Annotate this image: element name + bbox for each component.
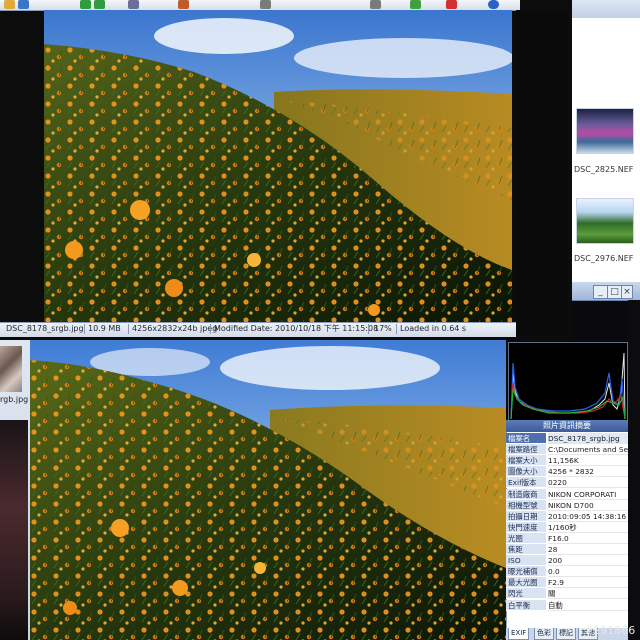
rotate-icon[interactable]: [178, 0, 189, 9]
help-icon[interactable]: [488, 0, 499, 9]
info-row[interactable]: 檔案大小 11,156K: [506, 455, 628, 467]
info-value: 0220: [548, 477, 628, 489]
status-separator: [368, 324, 369, 334]
info-value: 0.0: [548, 566, 628, 578]
folder-icon[interactable]: [4, 0, 15, 9]
photo-preview-bottom: [30, 338, 506, 640]
info-key: 拍攝日期: [506, 510, 546, 522]
info-key: 快門速度: [506, 521, 546, 533]
info-value: F2.9: [548, 577, 628, 589]
info-value: 11,156K: [548, 455, 628, 467]
status-separator: [84, 324, 85, 334]
info-key: 檔案名: [506, 433, 546, 445]
status-separator: [128, 324, 129, 334]
status-filesize: 10.9 MB: [88, 324, 121, 333]
delete-icon[interactable]: [446, 0, 457, 9]
monitor-edge: [628, 300, 640, 640]
info-row[interactable]: 檔案名 DSC_8178_srgb.jpg: [506, 433, 628, 445]
forward-icon[interactable]: [94, 0, 105, 9]
info-row[interactable]: 圖像大小 4256 * 2832: [506, 466, 628, 478]
browser-thumbnail-label: DSC_2825.NEF: [574, 165, 634, 174]
info-key: Exif版本: [506, 477, 546, 489]
histogram: [508, 342, 628, 422]
status-separator: [210, 324, 211, 334]
info-row[interactable]: 拍攝日期 2010:09:05 14:38:16: [506, 510, 628, 522]
close-button[interactable]: ×: [621, 285, 633, 299]
info-value: 關: [548, 588, 628, 600]
info-key: 閃光: [506, 588, 546, 600]
tab-marker[interactable]: 標記: [556, 628, 576, 640]
info-key: 曝光補償: [506, 566, 546, 578]
info-row[interactable]: 快門速度 1/160秒: [506, 521, 628, 533]
status-load-time: Loaded in 0.64 s: [400, 324, 467, 333]
info-value: C:\Documents and Set: [548, 445, 628, 456]
info-key: ISO: [506, 555, 546, 567]
main-photo: [44, 10, 512, 322]
back-icon[interactable]: [80, 0, 91, 9]
info-row[interactable]: 光圈 F16.0: [506, 532, 628, 544]
minimize-button[interactable]: _: [593, 285, 608, 299]
info-row[interactable]: 曝光補償 0.0: [506, 566, 628, 578]
info-row[interactable]: 白平衡 自動: [506, 599, 628, 611]
info-key: 圖像大小: [506, 466, 546, 478]
left-panel-thumbnail-label: rgb.jpg: [0, 395, 29, 404]
info-value: 4256 * 2832: [548, 466, 628, 478]
tab-exif[interactable]: EXIF: [508, 628, 530, 640]
settings-icon[interactable]: [370, 0, 381, 9]
info-value: 28: [548, 544, 628, 556]
status-dimensions: 4256x2832x24b jpeg: [132, 324, 218, 333]
left-panel-thumbnail[interactable]: [0, 346, 22, 392]
check-icon[interactable]: [410, 0, 421, 9]
info-value: 2010:09:05 14:38:16: [548, 511, 628, 522]
zoom-icon[interactable]: [128, 0, 139, 9]
info-row[interactable]: 閃光關: [506, 588, 628, 600]
info-row[interactable]: 最大光圈 F2.9: [506, 577, 628, 589]
watermark: #291866: [584, 624, 636, 637]
tab-color[interactable]: 色彩: [534, 628, 554, 640]
info-row[interactable]: 焦距 28: [506, 544, 628, 556]
save-icon[interactable]: [18, 0, 29, 9]
info-value: DSC_8178_srgb.jpg: [548, 433, 628, 445]
info-value: 200: [548, 555, 628, 567]
info-row[interactable]: 檔案路徑 C:\Documents and Set: [506, 444, 628, 456]
info-row[interactable]: 相機型號 NIKON D700: [506, 499, 628, 511]
info-row[interactable]: 制造廠商 NIKON CORPORATI: [506, 488, 628, 500]
histogram-graph: [510, 352, 626, 420]
lily-field-photo: [30, 338, 506, 640]
status-separator: [396, 324, 397, 334]
viewer-side-gap: [516, 10, 568, 336]
info-key: 檔案路徑: [506, 444, 546, 456]
info-row[interactable]: Exif版本 0220: [506, 477, 628, 489]
browser-thumbnail[interactable]: [576, 108, 634, 154]
info-key: 光圈: [506, 532, 546, 544]
file-browser-titlebar: [568, 0, 640, 18]
left-background-photo: [0, 420, 28, 640]
info-value: F16.0: [548, 533, 628, 544]
info-row[interactable]: ISO 200: [506, 555, 628, 567]
info-key: 制造廠商: [506, 488, 546, 500]
info-key: 最大光圈: [506, 577, 546, 589]
browser-thumbnail-label: DSC_2976.NEF: [574, 254, 634, 263]
edit-icon[interactable]: [260, 0, 271, 9]
lily-field-photo: [44, 10, 512, 322]
info-value: 1/160秒: [548, 522, 628, 533]
status-filename: DSC_8178_srgb.jpg: [6, 324, 84, 333]
info-key: 相機型號: [506, 499, 546, 511]
status-modified-date: Modified Date: 2010/10/18 下午 11:15:08: [214, 324, 379, 333]
info-key: 焦距: [506, 544, 546, 556]
info-value: 自動: [548, 600, 628, 611]
info-key: 白平衡: [506, 599, 546, 611]
info-panel-title: 照片資訊摘要: [506, 420, 628, 432]
status-zoom: 17%: [374, 324, 392, 333]
maximize-button[interactable]: □: [607, 285, 622, 299]
info-key: 檔案大小: [506, 455, 546, 467]
info-value: NIKON D700: [548, 500, 628, 511]
browser-thumbnail[interactable]: [576, 198, 634, 244]
info-value: NIKON CORPORATI: [548, 489, 628, 500]
